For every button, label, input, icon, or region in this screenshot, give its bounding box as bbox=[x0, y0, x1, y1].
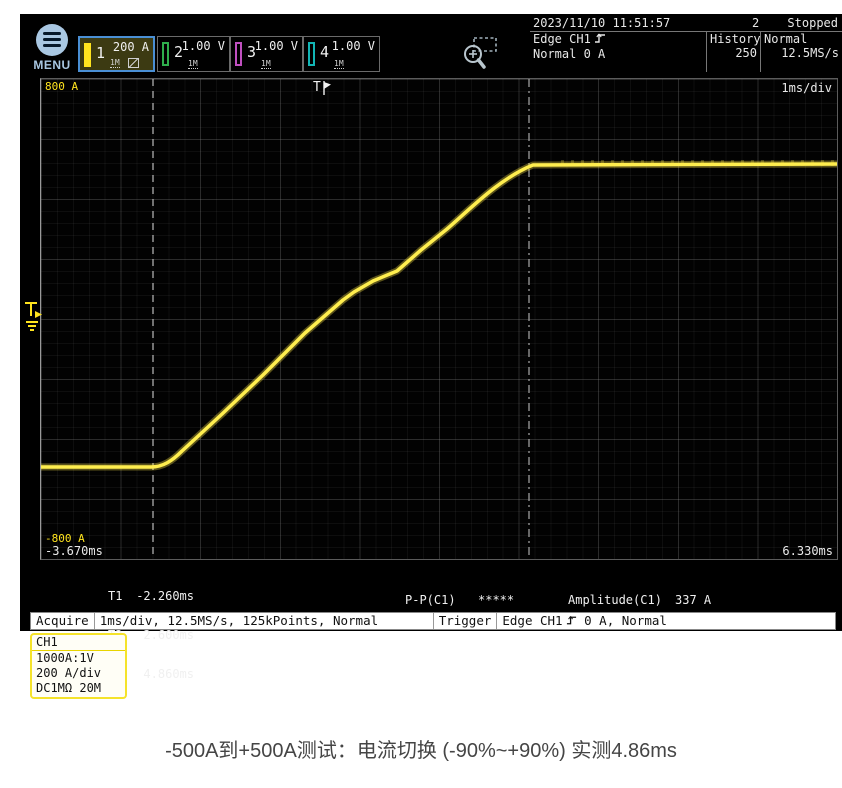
ch1-coupling: DC1MΩ 20M bbox=[32, 681, 125, 696]
zoom-magnifier-icon bbox=[458, 34, 502, 72]
status-info-panel: 2023/11/10 11:51:57 2 Stopped Edge CH1 N… bbox=[530, 14, 842, 76]
sample-rate-value: 12.5MS/s bbox=[761, 46, 842, 60]
amplitude-label: Amplitude(C1) bbox=[568, 593, 662, 607]
caption-text: -500A到+500A测试：电流切换 (-90%~+90%) 实测4.86ms bbox=[0, 734, 842, 763]
channel-1-impedance-icon: 1M bbox=[110, 58, 120, 68]
trigger-mode-label: Normal 0 A bbox=[530, 47, 706, 61]
channel-2-impedance-icon: 1M bbox=[188, 59, 198, 69]
acquisition-box[interactable]: Normal 12.5MS/s bbox=[761, 32, 842, 72]
rising-edge-icon bbox=[566, 614, 577, 630]
status-row: 2023/11/10 11:51:57 2 Stopped bbox=[530, 15, 842, 32]
acquire-label[interactable]: Acquire bbox=[31, 613, 94, 629]
segment-count: 2 bbox=[752, 16, 759, 30]
channel-4-impedance-icon: 1M bbox=[334, 59, 344, 69]
channel-1-position-marker[interactable] bbox=[22, 296, 46, 340]
channel-2-box[interactable]: 2 1.00 V 1M bbox=[157, 36, 230, 72]
channel-3-scale: 1.00 V bbox=[255, 39, 298, 53]
waveform-svg: T bbox=[41, 79, 837, 559]
waveform-display: T 1ms/div 800 A -800 A -3.670ms 6.330ms bbox=[40, 78, 838, 560]
pp-value: ***** bbox=[478, 593, 514, 607]
trigger-label[interactable]: Trigger bbox=[433, 613, 497, 629]
ch1-probe-ratio: 1000A:1V bbox=[32, 651, 125, 666]
channel-3-impedance-icon: 1M bbox=[261, 59, 271, 69]
svg-text:T: T bbox=[313, 80, 321, 95]
scope-screen: MENU 1 200 A 1M 2 1.00 V 1M 3 1.00 V 1M … bbox=[20, 14, 842, 631]
channel-2-scale: 1.00 V bbox=[182, 39, 225, 53]
trigger-position-marker[interactable]: T bbox=[313, 80, 331, 95]
menu-button[interactable]: MENU bbox=[28, 24, 76, 74]
rising-edge-icon bbox=[594, 33, 606, 47]
parameter-measurements: P-P(C1) ***** Amplitude(C1) 337 A bbox=[20, 593, 842, 607]
ch1-info-panel[interactable]: CH1 1000A:1V 200 A/div DC1MΩ 20M bbox=[30, 633, 127, 699]
trigger-type-label: Edge CH1 bbox=[533, 32, 591, 46]
top-scale-label: 800 A bbox=[45, 81, 78, 92]
channel-4-scale: 1.00 V bbox=[332, 39, 375, 53]
datetime-label: 2023/11/10 11:51:57 bbox=[533, 16, 670, 30]
channel-4-color-bar-icon bbox=[308, 42, 315, 66]
channel-4-box[interactable]: 4 1.00 V 1M bbox=[303, 36, 380, 72]
pp-label: P-P(C1) bbox=[405, 593, 456, 607]
channel-4-number: 4 bbox=[320, 43, 329, 61]
acquire-trigger-bar: Acquire 1ms/div, 12.5MS/s, 125kPoints, N… bbox=[30, 612, 836, 630]
trace-glow bbox=[41, 164, 837, 467]
bottom-scale-label: -800 A bbox=[45, 533, 85, 544]
run-state-label: Stopped bbox=[787, 16, 838, 30]
channel-1-box[interactable]: 1 200 A 1M bbox=[78, 36, 155, 72]
amplitude-value: 337 A bbox=[675, 593, 711, 607]
history-box[interactable]: History 250 bbox=[707, 32, 761, 72]
channel-2-color-bar-icon bbox=[162, 42, 169, 66]
ch1-scale: 200 A/div bbox=[32, 666, 125, 681]
oscilloscope-screenshot: MENU 1 200 A 1M 2 1.00 V 1M 3 1.00 V 1M … bbox=[0, 0, 842, 788]
acquisition-mode-label: Normal bbox=[761, 32, 842, 46]
trigger-settings[interactable]: Edge CH1 0 A, Normal bbox=[496, 613, 835, 629]
right-time-label: 6.330ms bbox=[782, 546, 833, 557]
acquire-settings[interactable]: 1ms/div, 12.5MS/s, 125kPoints, Normal bbox=[94, 613, 433, 629]
timebase-label: 1ms/div bbox=[781, 81, 832, 95]
history-value: 250 bbox=[707, 46, 760, 60]
channel-3-color-bar-icon bbox=[235, 42, 242, 66]
zoom-tool-button[interactable] bbox=[458, 34, 502, 72]
channel-3-box[interactable]: 3 1.00 V 1M bbox=[230, 36, 303, 72]
ch1-info-title: CH1 bbox=[32, 635, 125, 651]
channel-1-color-bar-icon bbox=[84, 43, 91, 67]
ch1-trace bbox=[41, 164, 837, 467]
history-label: History bbox=[707, 32, 760, 46]
channel-1-probe-icon bbox=[128, 58, 139, 68]
channel-1-scale: 200 A bbox=[113, 40, 149, 54]
hamburger-icon bbox=[36, 24, 68, 56]
channel-1-number: 1 bbox=[96, 44, 105, 62]
left-time-label: -3.670ms bbox=[45, 546, 103, 557]
menu-label: MENU bbox=[28, 58, 76, 72]
trigger-settings-box[interactable]: Edge CH1 Normal 0 A bbox=[530, 32, 707, 72]
